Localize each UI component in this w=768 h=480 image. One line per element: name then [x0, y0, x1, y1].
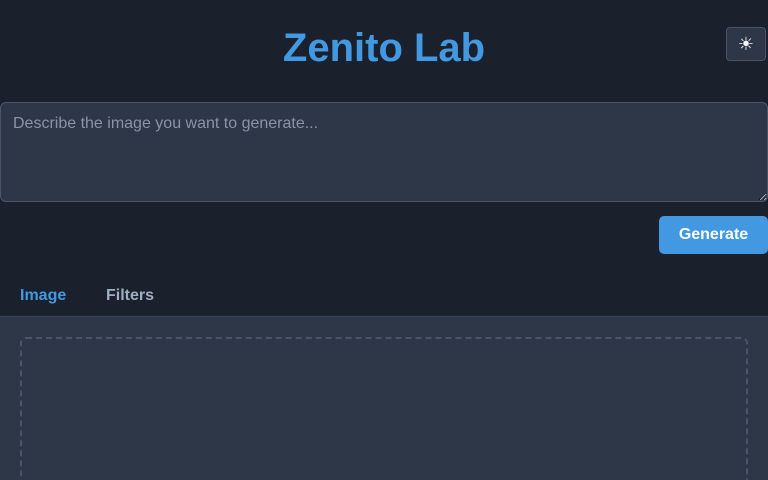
image-panel — [0, 317, 768, 480]
app-root: Zenito Lab ☀ Generate Image Filters — [0, 0, 768, 480]
app-title: Zenito Lab — [282, 26, 486, 70]
theme-toggle-button[interactable]: ☀ — [726, 27, 766, 61]
generate-button[interactable]: Generate — [659, 216, 768, 254]
prompt-input[interactable] — [0, 102, 768, 202]
tab-bar: Image Filters — [0, 276, 768, 317]
tab-filters[interactable]: Filters — [106, 276, 154, 316]
image-dropzone[interactable] — [20, 337, 748, 480]
sun-icon: ☀ — [737, 34, 755, 54]
tab-image[interactable]: Image — [20, 276, 66, 316]
